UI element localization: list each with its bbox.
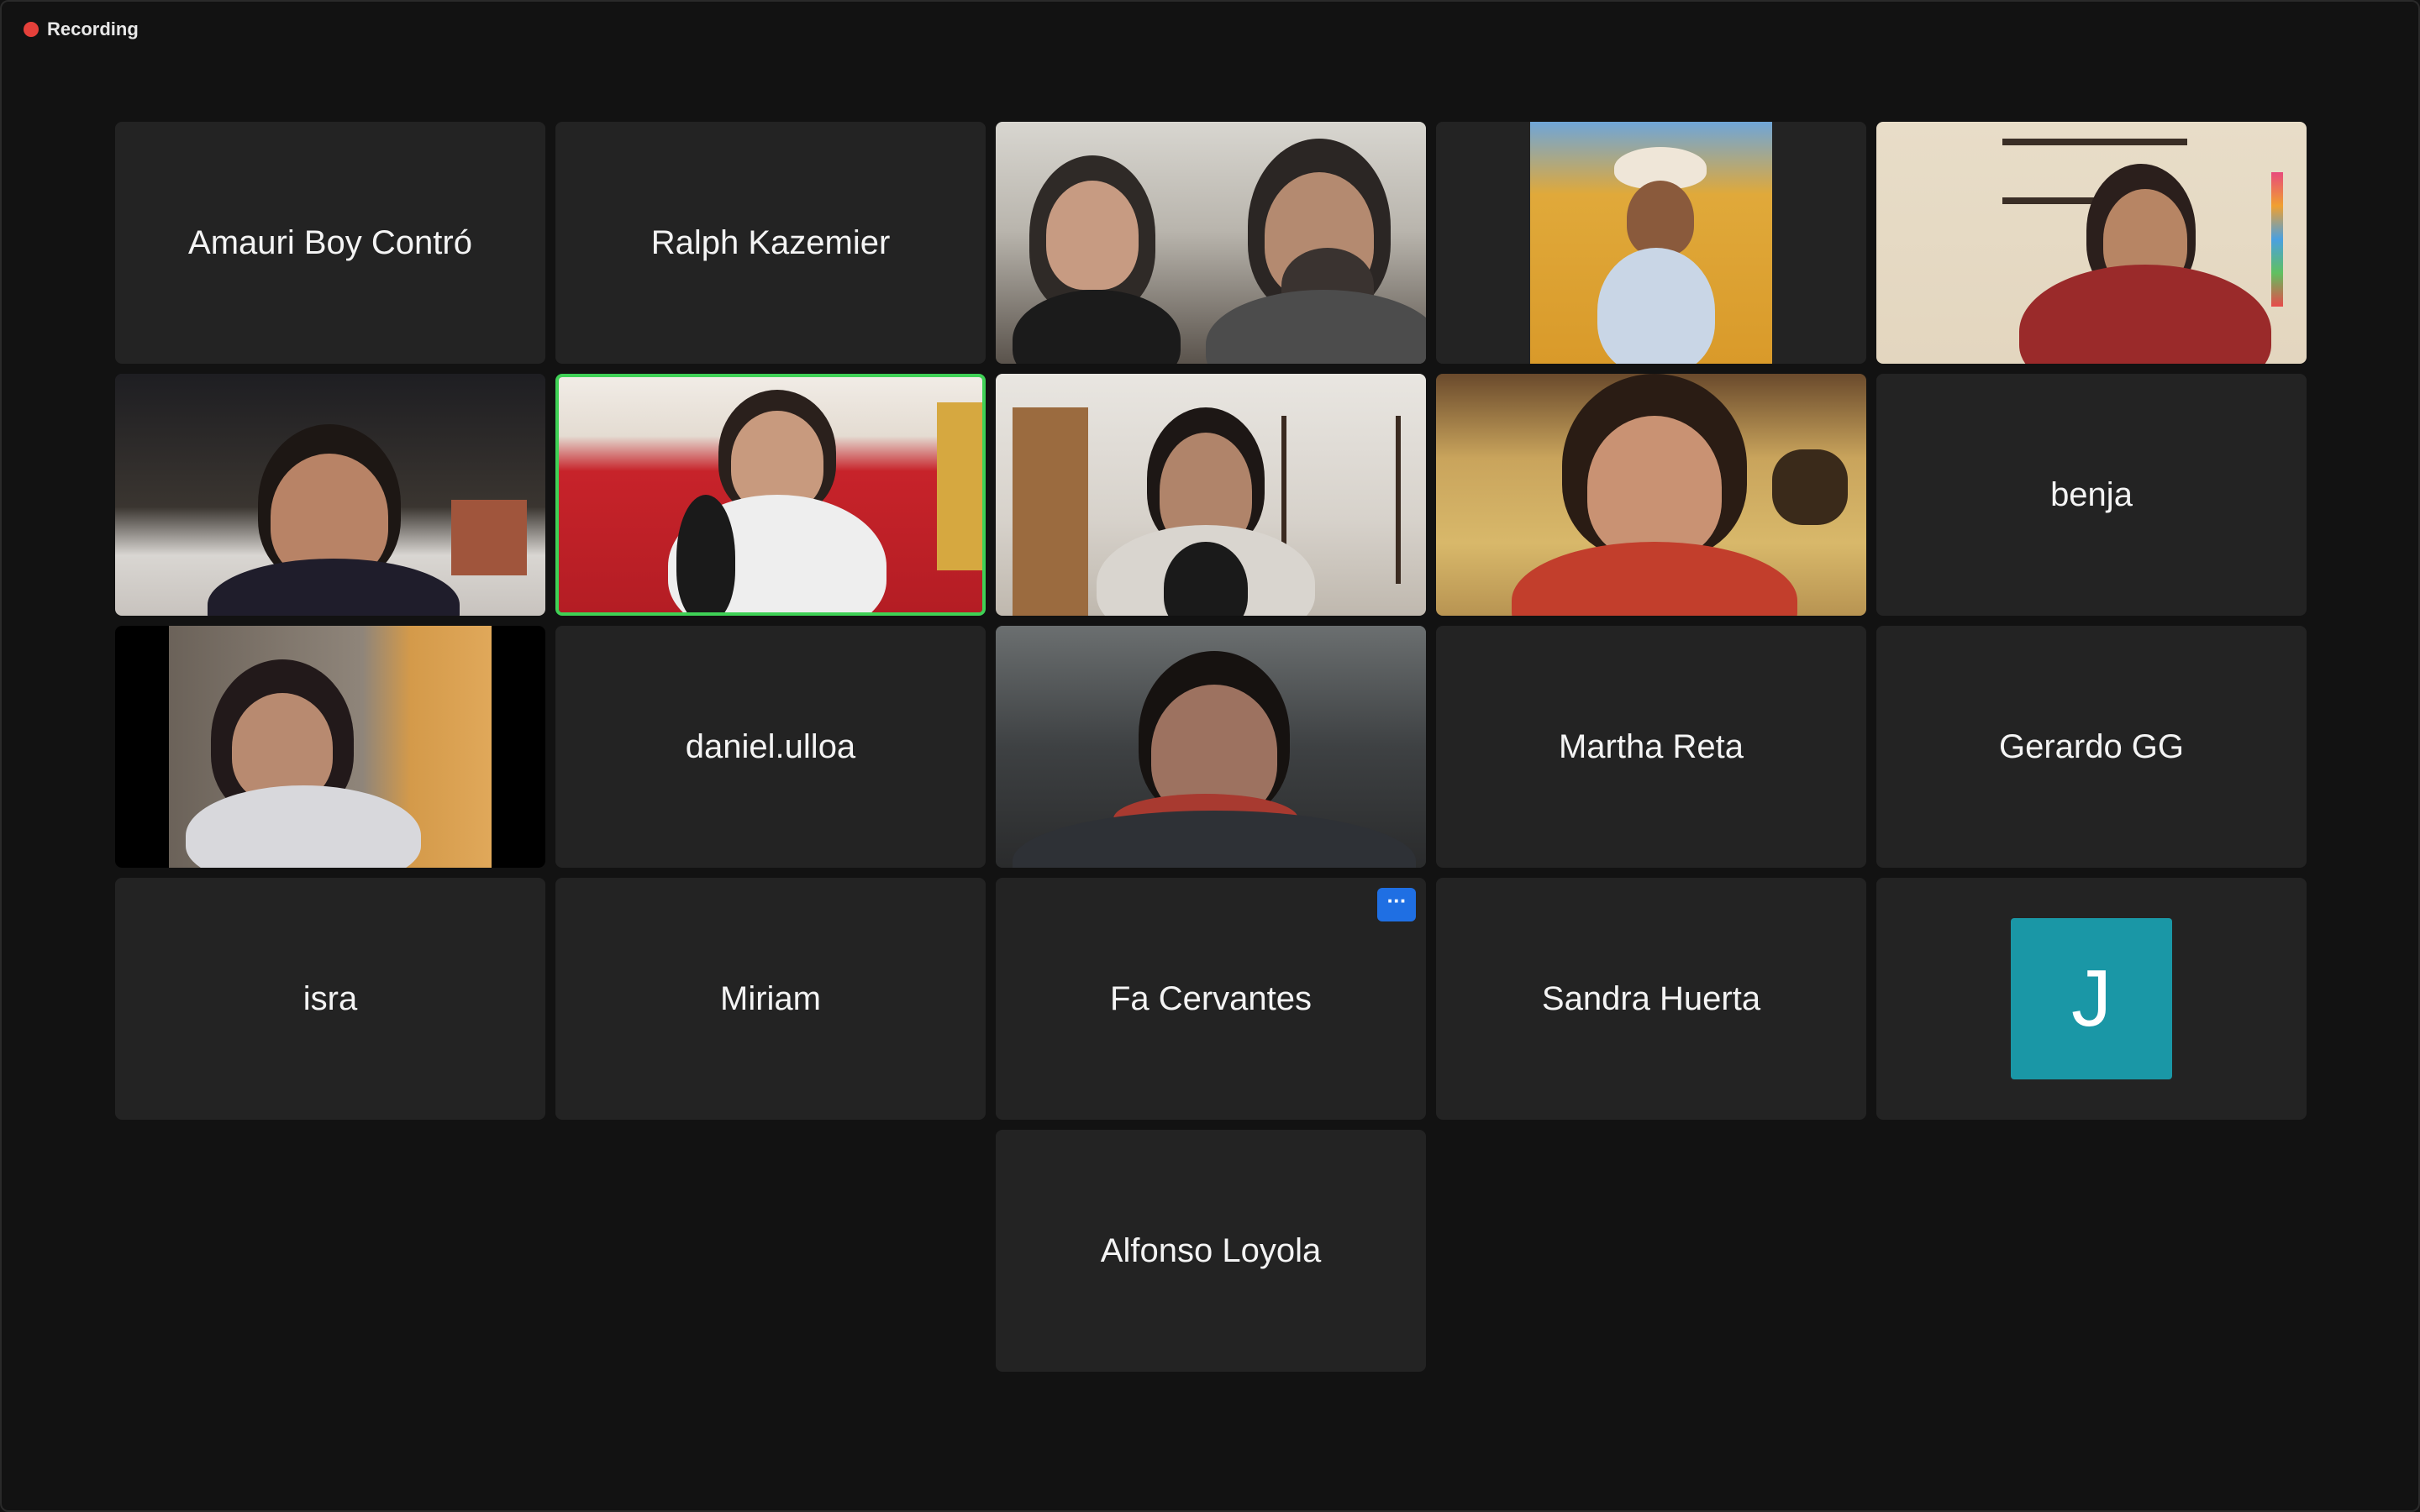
participant-video-tile[interactable] [115,374,545,616]
participant-name: Ralph Kazemier [650,223,891,261]
participant-name: Sandra Huerta [1541,979,1761,1017]
cowboy-hat-man-video [1436,122,1866,364]
participant-video-tile[interactable] [1436,374,1866,616]
zoom-meeting-window: Recording Amauri Boy Contró Ralph Kazemi… [0,0,2420,1512]
participant-video-tile[interactable] [115,626,545,868]
recording-dot-icon [24,22,39,37]
participant-name: daniel.ulloa [685,727,856,765]
participant-video-tile[interactable] [1436,122,1866,364]
participant-name: Amauri Boy Contró [188,223,472,261]
participant-tile[interactable]: Amauri Boy Contró [115,122,545,364]
participant-tile[interactable]: Alfonso Loyola [996,1130,1426,1372]
participant-video-tile[interactable] [996,626,1426,868]
participant-video-tile[interactable] [996,122,1426,364]
participant-tile[interactable]: Martha Reta [1436,626,1866,868]
participant-video-tile[interactable] [996,374,1426,616]
ellipsis-icon: ··· [1386,888,1407,913]
participant-tile[interactable]: J [1876,878,2307,1120]
participant-name: isra [302,979,358,1017]
participant-name: Gerardo GG [1998,727,2185,765]
participant-name: Fa Cervantes [1109,979,1313,1017]
participant-tile[interactable]: Fa Cervantes ··· [996,878,1426,1120]
participant-name: benja [2050,475,2133,513]
avatar-letter: J [2071,953,2112,1043]
two-people-video [996,122,1426,364]
curly-hair-man-video [1436,374,1866,616]
participant-tile[interactable]: Miriam [555,878,986,1120]
participant-tile[interactable]: benja [1876,374,2307,616]
man-glasses-video [115,374,545,616]
recording-label: Recording [47,18,139,39]
recording-indicator[interactable]: Recording [24,18,139,40]
more-options-button[interactable]: ··· [1377,888,1416,921]
participant-tile[interactable]: Ralph Kazemier [555,122,986,364]
woman-headphones-red-couch-video [559,377,982,612]
participant-tile[interactable]: isra [115,878,545,1120]
participant-name: Alfonso Loyola [1100,1231,1322,1269]
participant-video-tile[interactable] [555,374,986,616]
participant-name: Miriam [720,979,821,1017]
participant-tile[interactable]: Gerardo GG [1876,626,2307,868]
participant-grid: Amauri Boy Contró Ralph Kazemier benja d… [115,122,2308,1372]
woman-red-sweater-video [1876,122,2307,364]
avatar: J [2011,918,2172,1079]
woman-reading-video [115,626,545,868]
participant-tile[interactable]: daniel.ulloa [555,626,986,868]
bearded-man-sweater-video [996,374,1426,616]
participant-video-tile[interactable] [1876,122,2307,364]
man-glasses-dark-video [996,626,1426,868]
participant-tile[interactable]: Sandra Huerta [1436,878,1866,1120]
participant-name: Martha Reta [1558,727,1744,765]
